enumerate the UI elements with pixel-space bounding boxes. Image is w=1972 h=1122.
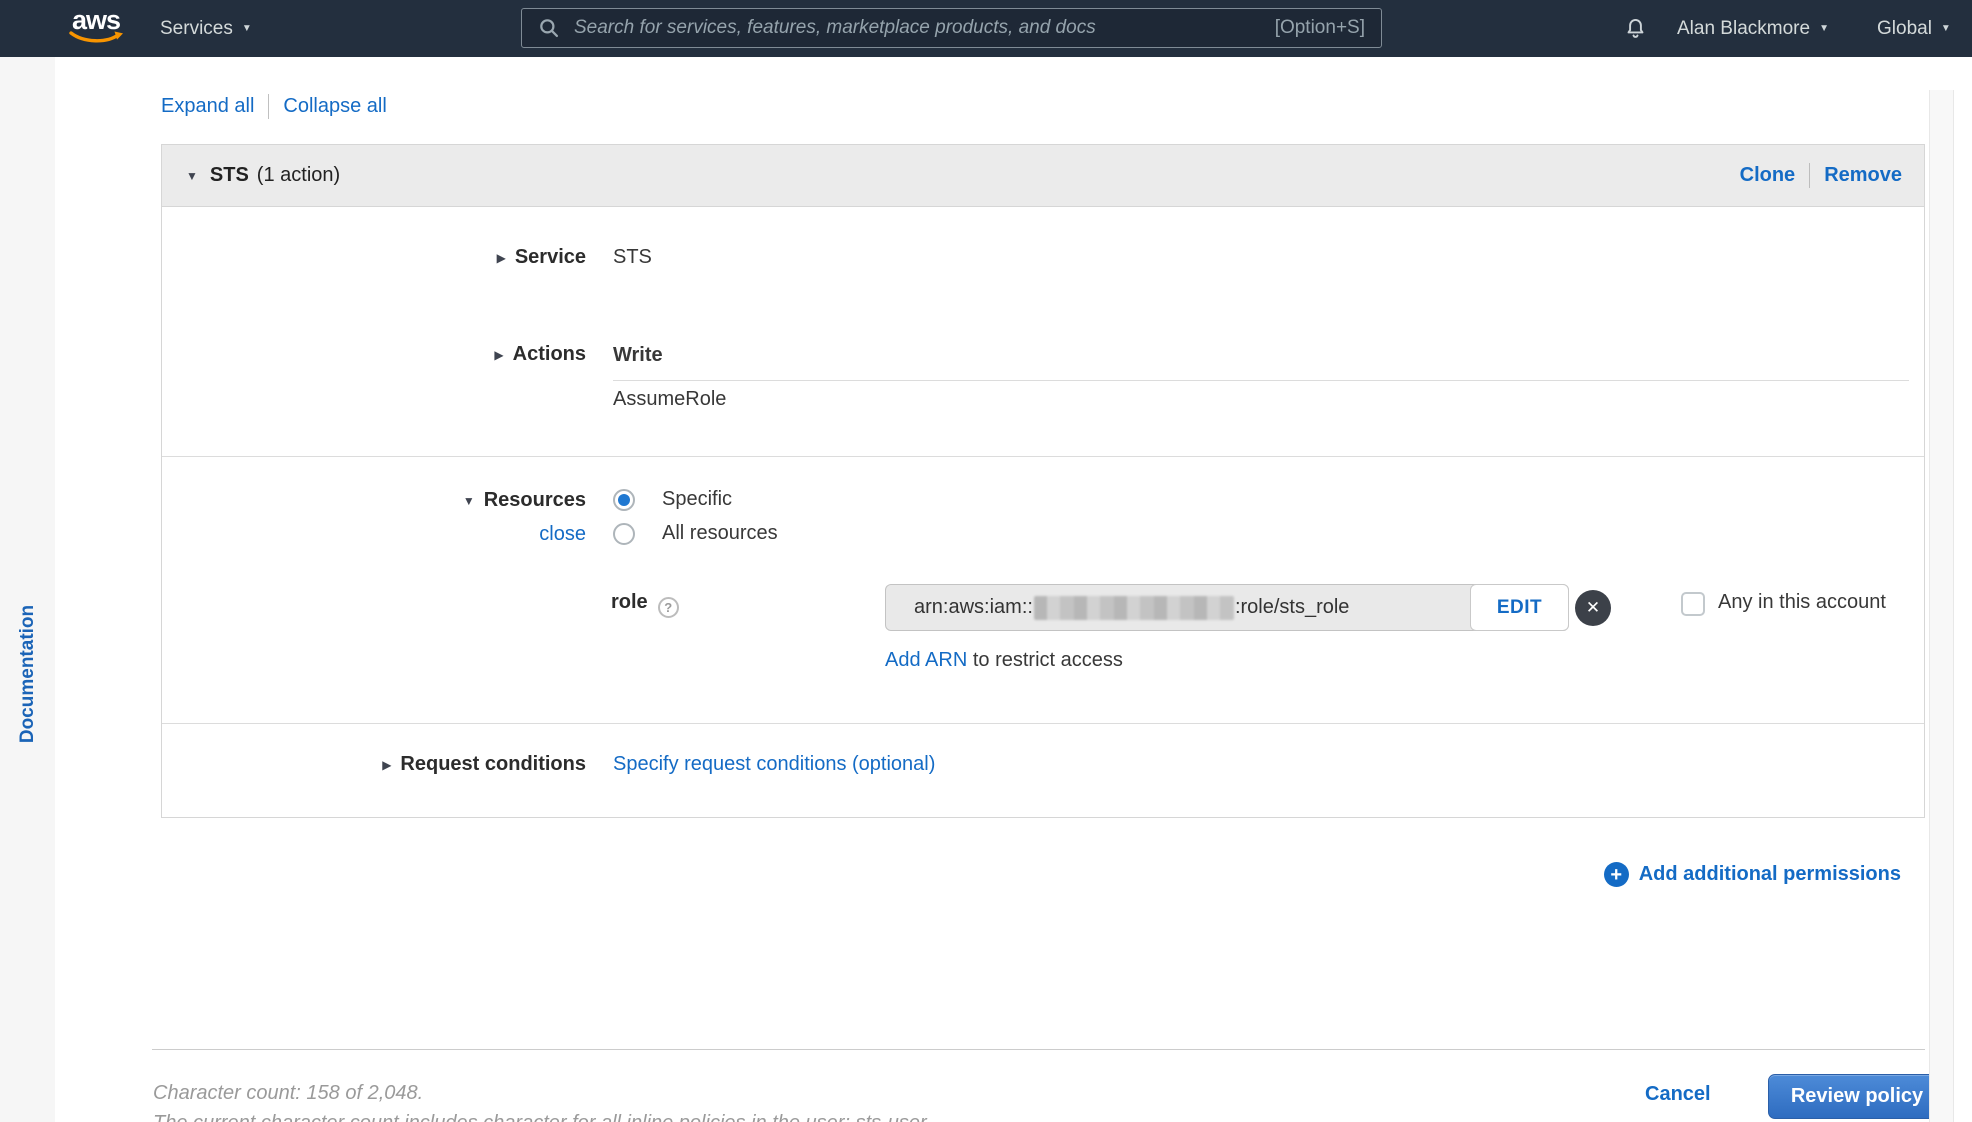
- add-permissions-label: Add additional permissions: [1638, 863, 1901, 885]
- region-menu[interactable]: Global ▼: [1877, 0, 1951, 57]
- role-label: role: [611, 591, 648, 613]
- radio-specific[interactable]: [613, 489, 635, 511]
- add-arn-rest: to restrict access: [972, 649, 1123, 671]
- permission-block-header[interactable]: ▼ STS (1 action) Clone Remove: [162, 145, 1924, 207]
- role-label-row: role?: [611, 591, 679, 618]
- expand-all-link[interactable]: Expand all: [161, 95, 254, 118]
- documentation-tab[interactable]: Documentation: [17, 605, 39, 743]
- add-arn-row: Add ARN to restrict access: [885, 649, 1123, 672]
- expand-caret-icon[interactable]: ▶: [497, 251, 506, 265]
- account-name: Alan Blackmore: [1677, 17, 1811, 39]
- radio-all-resources[interactable]: [613, 523, 635, 545]
- footer-divider: [152, 1049, 1925, 1050]
- resources-close-link[interactable]: close: [539, 523, 586, 545]
- arn-suffix: :role/sts_role: [1234, 596, 1350, 618]
- search-icon: [540, 19, 559, 38]
- notifications-button[interactable]: [1622, 0, 1649, 57]
- expand-collapse-toolbar: Expand all Collapse all: [161, 94, 387, 119]
- specify-conditions-link[interactable]: Specify request conditions (optional): [613, 753, 935, 775]
- clone-link[interactable]: Clone: [1740, 164, 1796, 187]
- resources-label-row[interactable]: ▼ Resources: [162, 489, 586, 512]
- collapse-caret-icon[interactable]: ▼: [186, 169, 198, 183]
- request-conditions-label: Request conditions: [400, 753, 586, 775]
- add-arn-link[interactable]: Add ARN: [885, 649, 967, 671]
- vertical-scrollbar[interactable]: [1929, 90, 1954, 1122]
- actions-label-row[interactable]: ▶ Actions: [162, 343, 586, 366]
- actions-label: Actions: [512, 343, 586, 365]
- expand-caret-icon[interactable]: ▶: [494, 348, 503, 362]
- remove-link[interactable]: Remove: [1824, 164, 1902, 187]
- service-label-row[interactable]: ▶ Service: [162, 246, 586, 269]
- chevron-down-icon: ▼: [1940, 23, 1951, 34]
- region-label: Global: [1877, 17, 1932, 39]
- resources-label: Resources: [483, 489, 586, 511]
- actions-group-rule: [613, 380, 1909, 381]
- actions-group-heading: Write: [613, 344, 663, 366]
- request-conditions-label-row[interactable]: ▶ Request conditions: [162, 753, 586, 776]
- help-icon[interactable]: ?: [657, 597, 679, 618]
- chevron-down-icon: ▼: [1819, 23, 1829, 34]
- role-arn-field[interactable]: arn:aws:iam:::role/sts_role EDIT: [885, 584, 1569, 631]
- review-policy-button[interactable]: Review policy: [1768, 1074, 1946, 1119]
- global-search[interactable]: [Option+S]: [521, 8, 1382, 48]
- character-count: Character count: 158 of 2,048.: [153, 1082, 424, 1104]
- plus-icon: +: [1603, 862, 1629, 887]
- left-rail: Documentation: [0, 57, 55, 1122]
- services-menu[interactable]: Services ▼: [160, 0, 252, 57]
- edit-arn-button[interactable]: EDIT: [1470, 584, 1569, 631]
- aws-logo[interactable]: aws: [60, 6, 132, 45]
- divider: [268, 94, 270, 119]
- services-label: Services: [160, 17, 233, 39]
- arn-prefix: arn:aws:iam::: [914, 596, 1033, 618]
- any-account-checkbox[interactable]: [1681, 592, 1705, 616]
- radio-specific-label[interactable]: Specific: [662, 488, 732, 511]
- block-action-count: (1 action): [256, 164, 341, 186]
- search-shortcut-hint: [Option+S]: [1274, 17, 1365, 38]
- expand-caret-icon[interactable]: ▶: [382, 758, 391, 772]
- block-title: STS: [209, 164, 249, 186]
- aws-console-page: aws Services ▼ [Option+S] Alan Blackmo: [0, 0, 1972, 1122]
- search-input[interactable]: [572, 16, 1263, 40]
- any-account-label[interactable]: Any in this account: [1718, 591, 1886, 614]
- collapse-caret-icon[interactable]: ▼: [463, 494, 475, 508]
- account-menu[interactable]: Alan Blackmore ▼: [1677, 0, 1829, 57]
- service-label: Service: [514, 246, 586, 268]
- collapse-all-link[interactable]: Collapse all: [283, 95, 386, 118]
- section-divider: [162, 456, 1924, 457]
- arn-account-redacted: [1033, 595, 1234, 620]
- top-nav-bar: aws Services ▼ [Option+S] Alan Blackmo: [0, 0, 1972, 57]
- section-divider: [162, 723, 1924, 724]
- action-item: AssumeRole: [613, 388, 727, 410]
- permission-block-sts: ▼ STS (1 action) Clone Remove ▶ Service …: [161, 144, 1925, 818]
- character-count-note: The current character count includes cha…: [153, 1112, 927, 1122]
- remove-arn-icon[interactable]: ✕: [1575, 590, 1611, 626]
- add-additional-permissions[interactable]: + Add additional permissions: [1603, 862, 1901, 887]
- service-value: STS: [613, 246, 652, 268]
- radio-all-resources-label[interactable]: All resources: [662, 522, 778, 545]
- bell-icon: [1627, 19, 1644, 38]
- divider: [1809, 163, 1811, 188]
- cancel-button[interactable]: Cancel: [1645, 1083, 1711, 1106]
- chevron-down-icon: ▼: [241, 23, 252, 34]
